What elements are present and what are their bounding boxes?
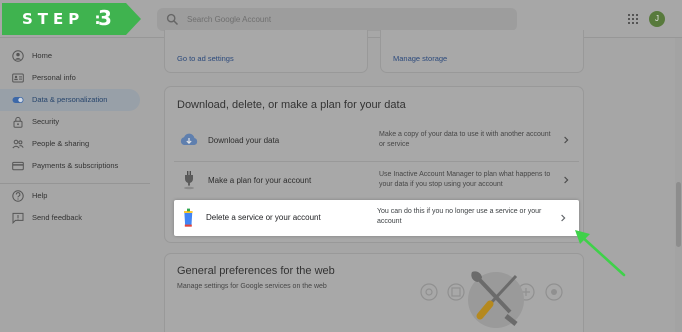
search-box[interactable] [157, 8, 517, 31]
sidebar-item-label: Security [32, 117, 60, 126]
row-description: Use Inactive Account Manager to plan wha… [379, 171, 551, 188]
ad-settings-card: Go to ad settings [164, 30, 368, 73]
step-label: STEP : [22, 10, 106, 28]
sidebar-item-label: Personal info [32, 73, 76, 82]
chevron-right-icon [564, 176, 569, 184]
home-icon [12, 50, 24, 62]
delete-service-row[interactable]: Delete a service or your account You can… [174, 200, 579, 236]
sidebar-item-label: Send feedback [32, 213, 83, 222]
row-label: Make a plan for your account [208, 176, 312, 185]
row-description: Make a copy of your data to use it with … [379, 131, 551, 148]
row-description: You can do this if you no longer use a s… [377, 208, 542, 225]
scrollbar-thumb[interactable] [676, 182, 681, 247]
row-label: Delete a service or your account [206, 213, 321, 222]
sidebar-item-payments[interactable]: Payments & subscriptions [0, 155, 140, 177]
sidebar-item-send-feedback[interactable]: Send feedback [0, 207, 140, 229]
id-card-icon [12, 73, 24, 83]
row-divider [174, 161, 579, 162]
manage-storage-link[interactable]: Manage storage [393, 54, 447, 63]
sidebar-item-personal-info[interactable]: Personal info [0, 67, 140, 89]
help-icon [12, 190, 24, 202]
cloud-download-icon [180, 133, 198, 145]
sidebar-divider [0, 183, 150, 184]
search-input[interactable] [187, 11, 507, 28]
sidebar-item-label: People & sharing [32, 139, 90, 148]
sidebar-item-help[interactable]: Help [0, 185, 140, 207]
apps-grid-icon[interactable] [628, 14, 638, 24]
people-icon [12, 139, 24, 149]
lock-icon [13, 116, 23, 128]
step-number: 3 [98, 6, 112, 30]
feedback-icon [12, 212, 24, 224]
trash-can-icon [184, 208, 193, 227]
sidebar-item-label: Data & personalization [32, 95, 108, 104]
sidebar-item-label: Payments & subscriptions [32, 161, 119, 170]
row-label: Download your data [208, 136, 280, 145]
section-subtitle: Manage settings for Google services on t… [177, 283, 327, 290]
toggle-icon [12, 97, 24, 103]
download-data-row[interactable]: Download your data Make a copy of your d… [174, 123, 579, 157]
annotation-arrow-icon [575, 230, 626, 277]
chevron-right-icon [564, 136, 569, 144]
section-title: Download, delete, or make a plan for you… [177, 99, 406, 111]
sidebar-item-people-sharing[interactable]: People & sharing [0, 133, 140, 155]
storage-card: Manage storage [380, 30, 584, 73]
plug-icon [184, 171, 194, 190]
step-badge: STEP : 3 [2, 3, 141, 35]
credit-card-icon [12, 161, 24, 171]
sidebar-item-data-personalization[interactable]: Data & personalization [0, 89, 140, 111]
sidebar-item-security[interactable]: Security [0, 111, 140, 133]
avatar[interactable]: J [649, 11, 665, 27]
sidebar-item-label: Help [32, 191, 48, 200]
sidebar-item-home[interactable]: Home [0, 45, 140, 67]
ad-settings-link[interactable]: Go to ad settings [177, 54, 234, 63]
plan-account-row[interactable]: Make a plan for your account Use Inactiv… [174, 163, 579, 197]
search-icon [166, 13, 179, 26]
chevron-right-icon [561, 214, 566, 222]
section-title: General preferences for the web [177, 265, 335, 277]
sidebar-item-label: Home [32, 51, 53, 60]
tools-illustration-icon [420, 271, 563, 328]
sidebar: Home Personal info Data & personalizatio… [0, 38, 150, 332]
